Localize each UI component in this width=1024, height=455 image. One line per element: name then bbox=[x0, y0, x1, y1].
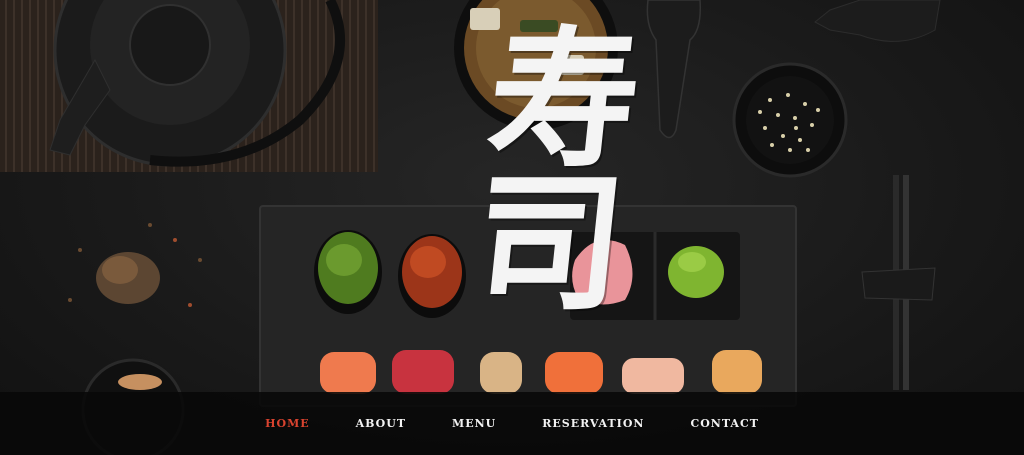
nav-item-contact[interactable]: CONTACT bbox=[667, 417, 781, 430]
hero-banner: 寿司 HOME ABOUT MENU RESERVATION CONTACT bbox=[0, 0, 1024, 455]
tea-leaves bbox=[68, 223, 202, 307]
sushi-calligraphy-logo: 寿司 bbox=[441, 20, 649, 308]
sesame-bowl bbox=[732, 62, 848, 178]
sauce-jug bbox=[814, 0, 941, 42]
nav-list: HOME ABOUT MENU RESERVATION CONTACT bbox=[242, 417, 782, 430]
spoon bbox=[646, 0, 702, 139]
wasabi bbox=[668, 246, 724, 298]
nav-item-home[interactable]: HOME bbox=[242, 417, 333, 430]
main-navigation: HOME ABOUT MENU RESERVATION CONTACT bbox=[0, 392, 1024, 455]
nav-item-menu[interactable]: MENU bbox=[429, 417, 519, 430]
nav-item-reservation[interactable]: RESERVATION bbox=[519, 417, 667, 430]
gunkan-green bbox=[314, 230, 382, 314]
nav-item-about[interactable]: ABOUT bbox=[333, 417, 429, 430]
chopsticks bbox=[861, 175, 936, 390]
